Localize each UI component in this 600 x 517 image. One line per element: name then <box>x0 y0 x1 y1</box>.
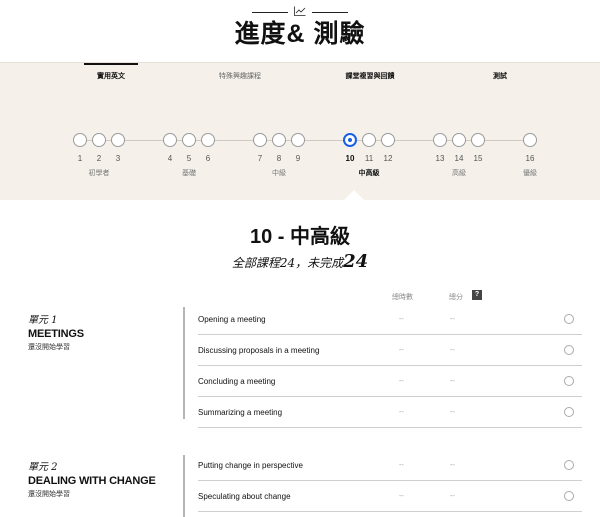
step-number-current: 10 <box>345 154 355 163</box>
lesson-name: Speculating about change <box>198 492 291 501</box>
unit-kicker: 單元 1 <box>28 315 58 326</box>
unit-kicker: 單元 2 <box>28 462 58 473</box>
tab-practical-english[interactable]: 實用英文 <box>84 63 138 93</box>
lesson-row[interactable]: Putting change in perspective -- -- <box>198 450 582 481</box>
lesson-name: Summarizing a meeting <box>198 408 283 417</box>
lesson-name: Concluding a meeting <box>198 377 276 386</box>
level-step-2[interactable] <box>92 133 106 147</box>
level-label-proficient: 優級 <box>523 170 537 177</box>
level-step-1[interactable] <box>73 133 87 147</box>
step-number: 13 <box>435 154 445 163</box>
level-summary-count: 24 <box>343 251 369 272</box>
lesson-name: Opening a meeting <box>198 315 266 324</box>
lesson-hours: -- <box>399 378 404 385</box>
lesson-status-circle-icon <box>564 345 574 355</box>
lesson-score: -- <box>450 347 455 354</box>
level-heading: 10 - 中高級 <box>249 226 351 248</box>
unit-2-info: 單元 2 DEALING WITH CHANGE 還沒開始學習 <box>28 458 180 499</box>
course-progress-panel: 實用英文 特殊興趣課程 課堂複習與回饋 測試 1 2 3 4 5 6 7 8 9… <box>0 62 600 200</box>
level-step-5[interactable] <box>182 133 196 147</box>
level-step-15[interactable] <box>471 133 485 147</box>
step-number: 4 <box>167 154 173 163</box>
level-step-11[interactable] <box>362 133 376 147</box>
column-header-score: 總分 <box>449 294 463 301</box>
level-step-8[interactable] <box>272 133 286 147</box>
tab-review-feedback[interactable]: 課堂複習與回饋 <box>330 63 410 93</box>
lesson-hours: -- <box>399 493 404 500</box>
lesson-status-circle-icon <box>564 491 574 501</box>
lesson-hours: -- <box>399 462 404 469</box>
step-number: 12 <box>383 154 393 163</box>
lesson-score: -- <box>450 378 455 385</box>
level-summary: 全部課程24，未完成24 <box>0 251 600 272</box>
step-number: 8 <box>276 154 282 163</box>
step-number: 15 <box>473 154 483 163</box>
unit-1-info: 單元 1 MEETINGS 還沒開始學習 <box>28 311 180 352</box>
column-header-hours: 總時數 <box>392 294 413 301</box>
lesson-status-circle-icon <box>564 314 574 324</box>
step-number: 14 <box>454 154 464 163</box>
lesson-row[interactable]: Concluding a meeting -- -- <box>198 366 582 397</box>
decor-line-right <box>312 12 348 13</box>
lesson-score: -- <box>450 462 455 469</box>
lesson-row[interactable]: Summarizing a meeting -- -- <box>198 397 582 428</box>
level-step-12[interactable] <box>381 133 395 147</box>
unit-title: DEALING WITH CHANGE <box>28 475 156 487</box>
level-step-14[interactable] <box>452 133 466 147</box>
unit-divider <box>183 455 185 517</box>
step-number: 6 <box>205 154 211 163</box>
decor-line-left <box>252 12 288 13</box>
lesson-hours: -- <box>399 316 404 323</box>
help-icon[interactable]: ? <box>472 290 482 300</box>
tab-tests[interactable]: 測試 <box>478 63 522 93</box>
lesson-status-circle-icon <box>564 460 574 470</box>
lesson-name: Discussing proposals in a meeting <box>198 346 320 355</box>
level-step-3[interactable] <box>111 133 125 147</box>
level-step-13[interactable] <box>433 133 447 147</box>
step-number: 1 <box>77 154 83 163</box>
step-number: 5 <box>186 154 192 163</box>
level-label-basic: 基礎 <box>182 170 196 177</box>
unit-status: 還沒開始學習 <box>28 491 70 498</box>
step-number: 2 <box>96 154 102 163</box>
step-number: 16 <box>525 154 535 163</box>
lesson-row[interactable]: Speculating about change -- -- <box>198 481 582 512</box>
lesson-hours: -- <box>399 409 404 416</box>
level-step-9[interactable] <box>291 133 305 147</box>
unit-divider <box>183 307 185 419</box>
lesson-row[interactable]: Opening a meeting -- -- <box>198 304 582 335</box>
level-step-16[interactable] <box>523 133 537 147</box>
page-header: 進度& 測驗 <box>0 0 600 62</box>
tab-special-interest[interactable]: 特殊興趣課程 <box>200 63 280 93</box>
lesson-score: -- <box>450 316 455 323</box>
level-summary-text: 全部課程24，未完成 <box>231 256 344 270</box>
step-number: 11 <box>364 154 374 163</box>
level-label-advanced: 高級 <box>452 170 466 177</box>
level-step-7[interactable] <box>253 133 267 147</box>
step-number: 9 <box>295 154 301 163</box>
unit-title: MEETINGS <box>28 328 84 340</box>
unit-status: 還沒開始學習 <box>28 344 70 351</box>
level-step-10-current[interactable] <box>343 133 357 147</box>
step-number: 3 <box>115 154 121 163</box>
page-title: 進度& 測驗 <box>234 20 366 48</box>
step-number: 7 <box>257 154 263 163</box>
lesson-status-circle-icon <box>564 376 574 386</box>
level-label-upper-intermediate: 中高級 <box>358 170 380 177</box>
level-step-6[interactable] <box>201 133 215 147</box>
level-label-intermediate: 中級 <box>272 170 286 177</box>
level-step-4[interactable] <box>163 133 177 147</box>
lesson-status-circle-icon <box>564 407 574 417</box>
current-level-pointer <box>343 190 365 201</box>
course-tabs: 實用英文 特殊興趣課程 課堂複習與回饋 測試 <box>0 63 600 93</box>
lesson-score: -- <box>450 493 455 500</box>
lesson-name: Putting change in perspective <box>198 461 303 470</box>
lesson-score: -- <box>450 409 455 416</box>
lesson-hours: -- <box>399 347 404 354</box>
lesson-row[interactable]: Discussing proposals in a meeting -- -- <box>198 335 582 366</box>
level-label-beginner: 初學者 <box>88 170 110 177</box>
